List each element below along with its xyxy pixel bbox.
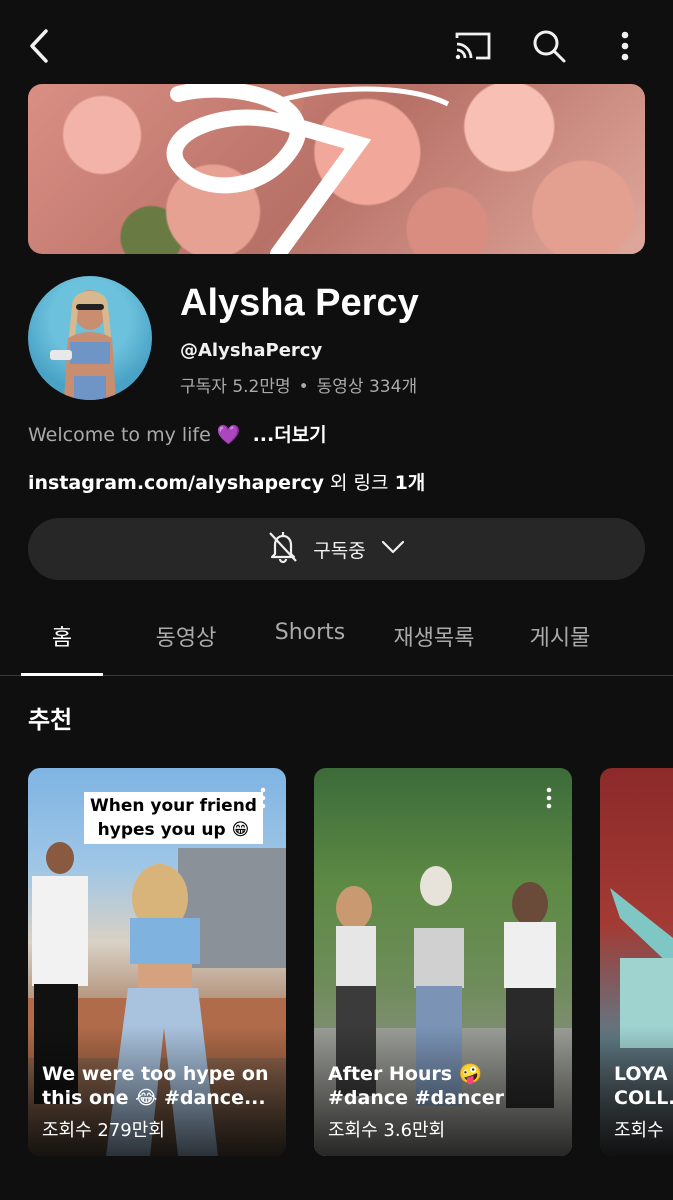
subscribed-label: 구독중 bbox=[313, 539, 366, 562]
short-card-2[interactable]: After Hours 🤪 #dance #dancer #d... 조회수 3… bbox=[314, 768, 572, 1156]
overlay-caption-line-1: When your friend bbox=[90, 796, 257, 816]
short-overlay-caption: When your friend hypes you up 😁 bbox=[84, 792, 263, 844]
tab-home[interactable]: 홈 bbox=[0, 620, 124, 652]
banner-logo bbox=[166, 84, 450, 254]
short-title: We were too hype on this one 😂 #dance... bbox=[42, 1063, 269, 1109]
tab-videos[interactable]: 동영상 bbox=[124, 620, 248, 652]
link-count: 1개 bbox=[394, 472, 426, 494]
channel-stats: 구독자 5.2만명 • 동영상 334개 bbox=[180, 372, 417, 397]
channel-description[interactable]: Welcome to my life 💜 ...더보기 bbox=[28, 420, 327, 447]
purple-heart-emoji: 💜 bbox=[216, 424, 241, 446]
more-vert-icon[interactable] bbox=[603, 24, 647, 68]
cast-icon[interactable] bbox=[451, 24, 495, 68]
channel-banner bbox=[28, 84, 645, 254]
subscribed-button[interactable]: 구독중 bbox=[28, 518, 645, 580]
link-url[interactable]: instagram.com/alyshapercy bbox=[28, 472, 324, 494]
active-tab-indicator bbox=[21, 673, 103, 676]
channel-links[interactable]: instagram.com/alyshapercy 외 링크 1개 bbox=[28, 468, 425, 495]
short-card-1[interactable]: When your friend hypes you up 😁 We were … bbox=[28, 768, 286, 1156]
short-title: LOYA COLL... bbox=[614, 1063, 673, 1109]
separator-dot: • bbox=[298, 377, 309, 397]
tab-posts[interactable]: 게시물 bbox=[498, 620, 622, 652]
short-views: 조회수 bbox=[614, 1120, 664, 1141]
back-icon[interactable] bbox=[18, 24, 62, 68]
tab-shorts[interactable]: Shorts bbox=[248, 620, 372, 645]
channel-avatar[interactable] bbox=[28, 276, 152, 400]
link-suffix: 외 링크 bbox=[324, 472, 395, 494]
top-app-bar bbox=[0, 0, 673, 84]
more-link[interactable]: ...더보기 bbox=[253, 424, 327, 446]
description-text: Welcome to my life bbox=[28, 424, 211, 446]
short-views: 조회수 279만회 bbox=[42, 1120, 165, 1141]
tab-playlists[interactable]: 재생목록 bbox=[372, 620, 496, 652]
short-title: After Hours 🤪 #dance #dancer #d... bbox=[328, 1063, 505, 1109]
chevron-down-icon bbox=[380, 539, 406, 559]
overlay-caption-line-2: hypes you up 😁 bbox=[97, 820, 250, 840]
channel-handle: @AlyshaPercy bbox=[180, 340, 323, 361]
video-count: 동영상 334개 bbox=[316, 377, 418, 397]
more-vert-icon[interactable] bbox=[258, 786, 268, 810]
short-card-3[interactable]: LOYA COLL... 조회수 bbox=[600, 768, 673, 1156]
section-title-recommended: 추천 bbox=[28, 706, 73, 734]
short-views: 조회수 3.6만회 bbox=[328, 1120, 446, 1141]
more-vert-icon[interactable] bbox=[544, 786, 554, 810]
search-icon[interactable] bbox=[527, 24, 571, 68]
channel-name: Alysha Percy bbox=[180, 282, 419, 324]
subscriber-count: 구독자 5.2만명 bbox=[180, 377, 291, 397]
bell-off-icon bbox=[267, 530, 299, 568]
channel-tabs: 홈 동영상 Shorts 재생목록 게시물 bbox=[0, 600, 673, 676]
